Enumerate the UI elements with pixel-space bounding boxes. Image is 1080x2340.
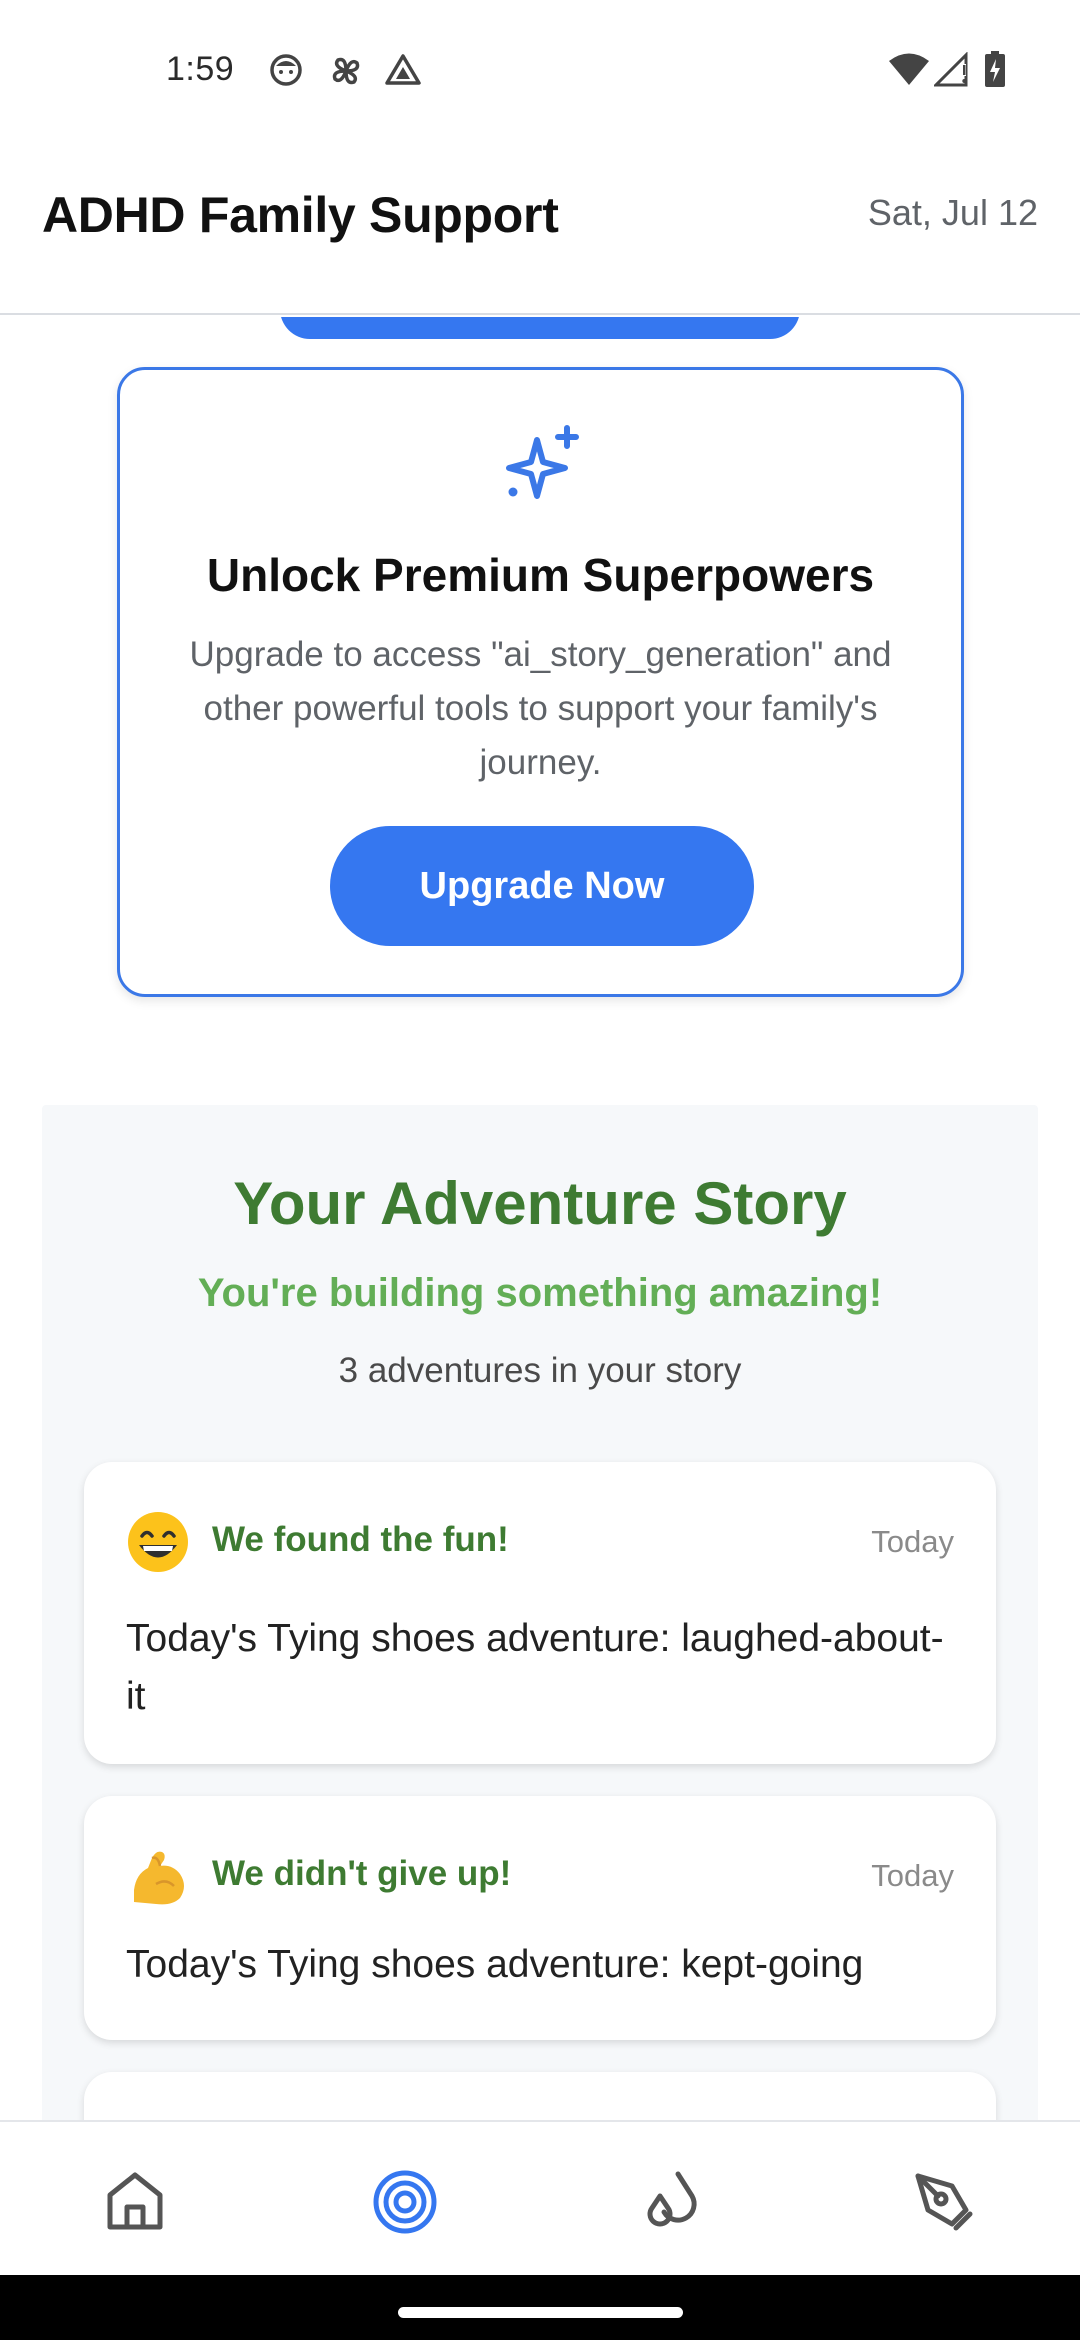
triangle-icon [385,54,421,85]
home-indicator[interactable] [398,2307,683,2318]
adventure-story-section: Your Adventure Story You're building som… [42,1105,1038,2120]
bottom-navigation [0,2120,1080,2275]
status-time: 1:59 [166,50,235,88]
story-entry-card[interactable]: We found the fun! Today Today's Tying sh… [84,1462,996,1764]
app-header: ADHD Family Support Sat, Jul 12 [0,140,1080,315]
partially-visible-button[interactable] [280,317,800,339]
nav-target-button[interactable] [367,2164,443,2240]
face-icon [270,54,302,86]
flexed-biceps-icon [126,1844,190,1908]
pen-tool-icon [915,2173,973,2231]
home-icon [107,2172,163,2230]
story-entry-heading: We found the fun! [212,1520,509,1559]
nav-home-button[interactable] [97,2164,173,2240]
sparkle-icon [506,425,579,499]
wifi-icon [889,53,929,85]
story-entry-text: Today's Tying shoes adventure: laughed-a… [126,1617,944,1718]
premium-title: Unlock Premium Superpowers [206,549,875,601]
drops-icon [647,2171,697,2227]
story-entry-date: Today [871,1858,954,1893]
adventure-count: 3 adventures in your story [338,1351,742,1390]
nav-drops-button[interactable] [636,2164,712,2240]
header-date: Sat, Jul 12 [867,192,1038,233]
story-entry-text: Today's Tying shoes adventure: kept-goin… [126,1943,864,1986]
premium-description: Upgrade to access "ai_story_generation" … [189,635,892,782]
story-entry-heading: We didn't give up! [212,1854,512,1893]
story-entry-date: Today [871,1524,954,1559]
app-title: ADHD Family Support [42,187,559,243]
nav-pen-tool-button[interactable] [906,2164,982,2240]
status-bar: 1:59 [0,0,1080,140]
story-entry-card-partial[interactable] [84,2072,996,2120]
cellular-signal-icon [934,52,968,87]
upgrade-now-button[interactable]: Upgrade Now [330,826,754,946]
story-subtitle: You're building something amazing! [197,1271,883,1315]
app-screen: 1:59 ADHD Family Support Sat, Jul 12 Unl… [0,0,1080,2340]
battery-charging-icon [985,51,1005,87]
grinning-face-icon [126,1510,190,1574]
premium-card: Unlock Premium Superpowers Upgrade to ac… [117,367,964,997]
pinwheel-icon [332,57,360,85]
story-title: Your Adventure Story [233,1170,847,1237]
story-entry-card[interactable]: We didn't give up! Today Today's Tying s… [84,1796,996,2040]
scroll-content[interactable]: Unlock Premium Superpowers Upgrade to ac… [0,317,1080,2120]
target-icon [373,2170,437,2234]
